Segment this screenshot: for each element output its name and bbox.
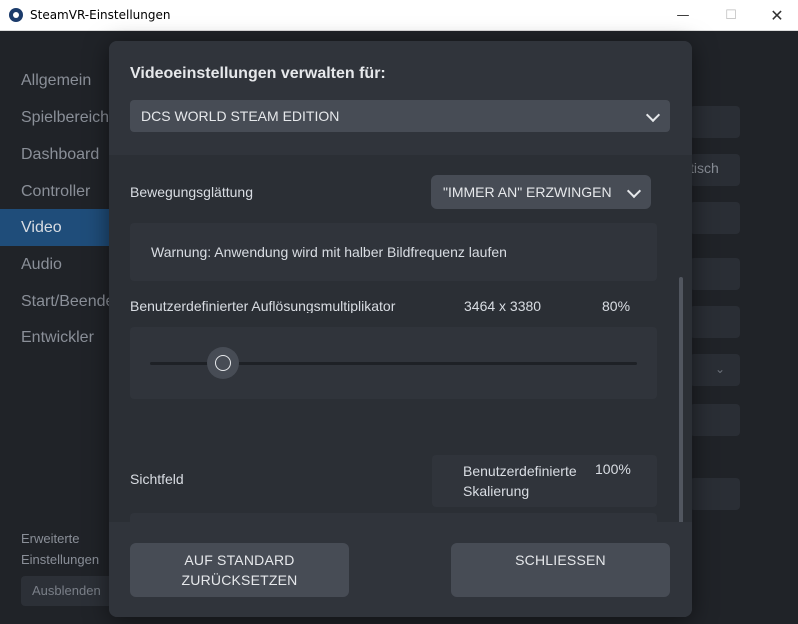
resolution-multiplier-label: Benutzerdefinierter Auflösungsmultiplika…: [130, 299, 410, 313]
advanced-settings-line2: Einstellungen: [21, 552, 100, 567]
sidebar-item-controller[interactable]: Controller: [0, 173, 110, 210]
fov-percent: 100%: [595, 461, 631, 477]
close-window-button[interactable]: ✕: [754, 0, 798, 30]
background-control: [690, 258, 740, 290]
hide-advanced-button[interactable]: Ausblenden: [21, 576, 113, 606]
sidebar-item-dashboard[interactable]: Dashboard: [0, 136, 110, 173]
resolution-slider-handle[interactable]: [207, 347, 239, 379]
fov-label: Sichtfeld: [130, 471, 184, 487]
dialog-footer: AUF STANDARD ZURÜCKSETZEN SCHLIESSEN: [109, 522, 692, 617]
application-select-value: DCS WORLD STEAM EDITION: [141, 108, 340, 124]
resolution-percent-text: 80%: [602, 299, 631, 313]
resolution-multiplier-label-text: Benutzerdefinierter Auflösungsmultiplika…: [130, 299, 396, 313]
resolution-dimensions: 3464 x 3380: [464, 299, 541, 313]
background-control: [690, 478, 740, 510]
reset-button-line2: ZURÜCKSETZEN: [181, 572, 298, 588]
dialog-header: Videoeinstellungen verwalten für: DCS WO…: [109, 41, 692, 155]
sidebar-item-audio[interactable]: Audio: [0, 246, 110, 283]
motion-smoothing-value: "IMMER AN" ERZWINGEN: [443, 184, 612, 200]
resolution-percent: 80%: [602, 299, 630, 313]
advanced-settings-label: Erweiterte Einstellungen: [21, 528, 99, 570]
reset-to-default-button[interactable]: AUF STANDARD ZURÜCKSETZEN: [130, 543, 349, 597]
sidebar-item-video[interactable]: Video: [0, 209, 110, 246]
chevron-down-icon: [626, 183, 642, 199]
fov-mode-line1: Benutzerdefinierte: [463, 463, 577, 479]
background-chevron-icon: ⌄: [715, 362, 726, 376]
sidebar-item-spielbereich[interactable]: Spielbereich: [0, 99, 110, 136]
settings-scrollbar[interactable]: [679, 277, 683, 522]
fov-mode-line2: Skalierung: [463, 483, 530, 499]
reset-button-line1: AUF STANDARD: [184, 552, 295, 568]
sidebar-item-allgemein[interactable]: Allgemein: [0, 62, 110, 99]
motion-smoothing-warning: Warnung: Anwendung wird mit halber Bildf…: [130, 223, 657, 281]
background-control: [690, 106, 740, 138]
advanced-settings-line1: Erweiterte: [21, 531, 80, 546]
close-button-label: SCHLIESSEN: [515, 552, 606, 568]
sidebar-item-start-beenden[interactable]: Start/Beenden: [0, 283, 110, 320]
window-titlebar: SteamVR-Einstellungen — ☐ ✕: [0, 0, 798, 31]
motion-smoothing-label: Bewegungsglättung: [130, 184, 253, 200]
application-select[interactable]: DCS WORLD STEAM EDITION: [130, 100, 670, 132]
fov-mode: Benutzerdefinierte Skalierung: [463, 461, 577, 501]
close-dialog-button[interactable]: SCHLIESSEN: [451, 543, 670, 597]
motion-smoothing-select[interactable]: "IMMER AN" ERZWINGEN: [431, 175, 651, 209]
settings-scroll-area[interactable]: Bewegungsglättung "IMMER AN" ERZWINGEN W…: [109, 155, 692, 522]
fov-slider-panel: [130, 513, 657, 522]
dialog-title: Videoeinstellungen verwalten für:: [130, 65, 386, 82]
resolution-dimensions-text: 3464 x 3380: [464, 299, 542, 313]
resolution-slider-panel: [130, 327, 657, 399]
background-control: [690, 202, 740, 234]
chevron-down-icon: [645, 107, 661, 123]
window-title: SteamVR-Einstellungen: [30, 8, 171, 22]
background-partial-text: tisch: [690, 160, 719, 176]
sidebar-item-entwickler[interactable]: Entwickler: [0, 319, 110, 356]
maximize-button[interactable]: ☐: [708, 0, 754, 30]
background-control: [690, 306, 740, 338]
video-settings-dialog: Videoeinstellungen verwalten für: DCS WO…: [109, 41, 692, 617]
minimize-button[interactable]: —: [660, 0, 706, 30]
background-control: [690, 404, 740, 436]
steamvr-app-icon: [9, 8, 23, 22]
